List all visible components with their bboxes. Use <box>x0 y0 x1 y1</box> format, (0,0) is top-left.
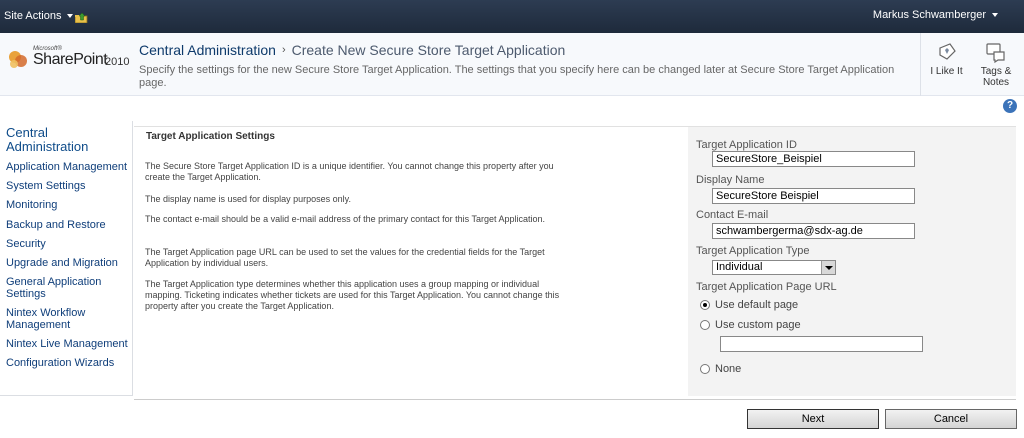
site-actions-label: Site Actions <box>4 10 62 22</box>
radio-none[interactable]: None <box>700 363 741 375</box>
i-like-it-label: I Like It <box>930 66 963 77</box>
divider <box>134 399 1016 400</box>
cancel-button[interactable]: Cancel <box>885 409 1017 429</box>
description-paragraph-id: The Secure Store Target Application ID i… <box>145 161 554 182</box>
help-icon[interactable]: ? <box>1003 99 1017 113</box>
quick-launch: Central Administration Application Manag… <box>0 121 133 396</box>
next-button[interactable]: Next <box>747 409 879 429</box>
radio-label-use-custom-page: Use custom page <box>715 319 801 331</box>
user-menu[interactable]: Markus Schwamberger <box>873 9 998 21</box>
notes-label: Notes <box>982 77 1010 88</box>
breadcrumb: Central Administration › Create New Secu… <box>139 42 565 58</box>
title-area: Microsoft® SharePoint 2010 Central Admin… <box>0 33 1024 96</box>
target-application-page-url-label: Target Application Page URL <box>696 281 837 293</box>
sharepoint-logo-icon <box>9 51 27 68</box>
nav-item-nintex-workflow-management[interactable]: Nintex Workflow Management <box>6 307 106 331</box>
nav-heading-central-administration[interactable]: Central Administration <box>6 126 106 154</box>
navigate-up-icon[interactable] <box>75 12 88 23</box>
description-paragraph-display-name: The display name is used for display pur… <box>145 194 351 204</box>
radio-use-custom-page[interactable]: Use custom page <box>700 319 801 331</box>
page-title: Create New Secure Store Target Applicati… <box>291 42 566 58</box>
display-name-label: Display Name <box>696 174 765 186</box>
description-paragraph-page-url: The Target Application page URL can be u… <box>145 247 545 268</box>
nav-item-upgrade-and-migration[interactable]: Upgrade and Migration <box>6 257 132 269</box>
custom-page-url-input[interactable] <box>720 336 923 352</box>
breadcrumb-root-link[interactable]: Central Administration <box>139 42 276 58</box>
nav-item-nintex-live-management[interactable]: Nintex Live Management <box>6 338 132 350</box>
section-form-panel: Target Application ID Display Name Conta… <box>688 126 1016 396</box>
description-paragraph-email: The contact e-mail should be a valid e-m… <box>145 214 546 224</box>
nav-item-backup-and-restore[interactable]: Backup and Restore <box>6 219 132 231</box>
contact-email-label: Contact E-mail <box>696 209 769 221</box>
tags-notes-icon <box>986 43 1005 63</box>
radio-button[interactable] <box>700 320 710 330</box>
site-actions-menu[interactable]: Site Actions <box>4 10 74 22</box>
nav-item-security[interactable]: Security <box>6 238 132 250</box>
target-application-type-label: Target Application Type <box>696 245 810 257</box>
user-name: Markus Schwamberger <box>872 9 986 21</box>
nav-item-application-management[interactable]: Application Management <box>6 161 132 173</box>
radio-label-use-default-page: Use default page <box>715 299 799 311</box>
sharepoint-logo: Microsoft® SharePoint 2010 <box>6 45 134 79</box>
tags-notes-button[interactable]: Tags & Notes <box>970 33 1022 96</box>
contact-email-input[interactable] <box>712 223 915 239</box>
logo-product-text: SharePoint <box>33 51 108 68</box>
nav-item-system-settings[interactable]: System Settings <box>6 180 132 192</box>
tags-label: Tags & <box>980 66 1012 77</box>
top-bar: Site Actions Markus Schwamberger <box>0 0 1024 33</box>
section-description-panel: Target Application Settings The Secure S… <box>134 126 688 396</box>
help-bar: ? <box>0 96 1024 117</box>
radio-button[interactable] <box>700 364 710 374</box>
section-title: Target Application Settings <box>146 131 275 142</box>
description-paragraph-type: The Target Application type determines w… <box>145 279 560 311</box>
chevron-down-icon <box>992 13 998 17</box>
target-application-type-select[interactable]: Individual <box>712 260 836 275</box>
display-name-input[interactable] <box>712 188 915 204</box>
i-like-it-button[interactable]: I Like It <box>920 33 972 96</box>
page-description: Specify the settings for the new Secure … <box>139 64 895 89</box>
target-application-settings-section: Target Application Settings The Secure S… <box>134 121 1016 399</box>
target-application-id-label: Target Application ID <box>696 139 797 151</box>
target-application-type-value: Individual <box>716 261 763 273</box>
nav-item-general-application-settings[interactable]: General Application Settings <box>6 276 126 300</box>
target-application-id-input[interactable] <box>712 151 915 167</box>
radio-button-checked[interactable] <box>700 300 710 310</box>
nav-item-monitoring[interactable]: Monitoring <box>6 199 132 211</box>
radio-use-default-page[interactable]: Use default page <box>700 299 798 311</box>
nav-item-configuration-wizards[interactable]: Configuration Wizards <box>6 357 132 369</box>
logo-version-text: 2010 <box>105 56 130 68</box>
radio-label-none: None <box>715 363 742 375</box>
breadcrumb-separator: › <box>281 44 286 56</box>
dropdown-arrow-icon <box>821 261 835 274</box>
chevron-down-icon <box>67 14 74 18</box>
thumbs-up-icon <box>938 43 956 60</box>
